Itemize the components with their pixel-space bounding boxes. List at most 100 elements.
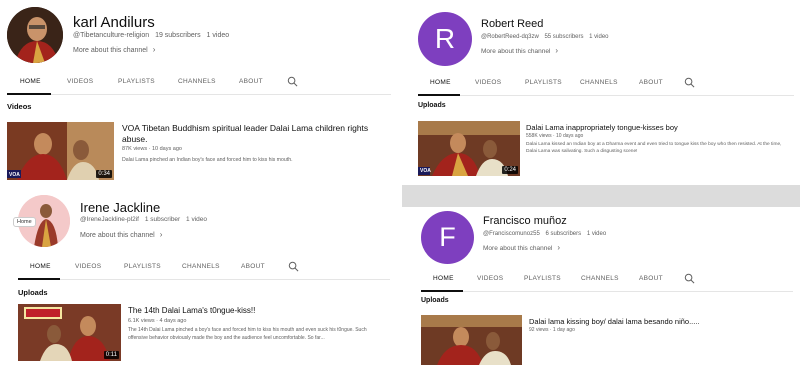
tab-playlists[interactable]: PLAYLISTS [524,275,561,282]
chevron-right-icon: › [159,230,163,239]
video-description: Dalai Lama kissed an Indian boy at a Dha… [526,142,782,154]
tab-about[interactable]: ABOUT [239,78,263,85]
channel-panel-irene: Home Irene Jackline @IreneJackline-pl2if… [0,188,398,369]
channel-meta: @RobertReed-dq3zw 55 subscribers 1 video [481,34,613,40]
tab-about[interactable]: ABOUT [241,263,265,270]
subscriber-count: 19 subscribers [155,32,201,39]
tab-home[interactable]: HOME [433,275,454,282]
tab-home[interactable]: HOME [30,263,51,270]
active-tab-underline [418,94,460,96]
video-thumbnail[interactable]: VOA 0:34 [7,122,114,180]
channel-meta: @Franciscomunoz55 6 subscribers 1 video [483,231,610,237]
channel-logo: VOA [9,172,20,178]
subscriber-count: 6 subscribers [545,231,582,237]
tab-home[interactable]: HOME [430,79,451,86]
more-about-link[interactable]: More about this channel › [73,45,155,54]
avatar-photo-icon [7,7,63,63]
tab-videos[interactable]: VIDEOS [477,275,503,282]
tab-videos[interactable]: VIDEOS [75,263,101,270]
chevron-right-icon: › [557,243,561,252]
active-tab-underline [421,290,463,292]
channel-meta: @IreneJackline-pl2if 1 subscriber 1 vide… [80,216,211,223]
tab-channels[interactable]: CHANNELS [580,79,618,86]
video-thumbnail[interactable]: 0:11 [18,304,121,361]
panel-divider [402,185,800,207]
view-count: 558K views [526,133,552,139]
channel-handle: @Franciscomunoz55 [483,231,540,237]
channel-avatar[interactable]: F [421,211,474,264]
tab-home[interactable]: HOME [20,78,41,85]
video-title[interactable]: Dalai Lama inappropriately tongue-kisses… [526,122,786,133]
home-badge: Home [13,217,36,227]
channel-name: Robert Reed [481,18,544,30]
section-title: Videos [7,102,32,111]
video-thumbnail[interactable] [421,315,522,365]
video-title[interactable]: Dalai lama kissing boy/ dalai lama besan… [529,316,779,327]
video-count: 1 video [186,216,207,223]
video-count: 1 video [586,231,607,237]
search-icon[interactable] [684,273,695,284]
video-duration: 0:24 [502,166,518,174]
section-title: Uploads [18,288,48,297]
chevron-right-icon: › [555,46,559,55]
video-thumbnail[interactable]: VOA 0:24 [418,121,520,176]
channel-panel-francisco: F Francisco muñoz @Franciscomunoz55 6 su… [402,207,800,369]
video-meta: 92 views · 1 day ago [529,327,575,333]
upload-age: 4 days ago [159,318,187,324]
video-title[interactable]: VOA Tibetan Buddhism spiritual leader Da… [122,123,372,145]
channel-avatar[interactable]: R [418,12,472,66]
tab-playlists[interactable]: PLAYLISTS [118,78,155,85]
channel-name: Francisco muñoz [483,215,567,227]
video-description: Dalai Lama pinched an Indian boy's face … [122,157,293,163]
more-about-label: More about this channel [481,48,551,55]
search-icon[interactable] [287,76,298,87]
more-about-link[interactable]: More about this channel › [481,46,558,55]
tab-channels[interactable]: CHANNELS [581,275,619,282]
video-meta: 87K views · 10 days ago [122,146,182,152]
active-tab-underline [7,93,51,95]
more-about-link[interactable]: More about this channel › [80,230,162,239]
search-icon[interactable] [288,261,299,272]
more-about-link[interactable]: More about this channel › [483,243,560,252]
channel-panel-robert: R Robert Reed @RobertReed-dq3zw 55 subsc… [402,0,800,185]
tab-playlists[interactable]: PLAYLISTS [525,79,562,86]
tab-channels[interactable]: CHANNELS [178,78,216,85]
upload-age: 1 day ago [552,327,575,333]
channel-handle: @IreneJackline-pl2if [80,216,139,223]
channel-handle: @Tibetanculture-religion [73,32,150,39]
tab-channels[interactable]: CHANNELS [182,263,220,270]
video-meta: 558K views · 10 days ago [526,133,584,139]
subscriber-count: 55 subscribers [544,34,584,40]
more-about-label: More about this channel [483,245,553,252]
section-title: Uploads [418,102,446,109]
chevron-right-icon: › [152,45,156,54]
video-count: 1 video [206,32,230,39]
video-title[interactable]: The 14th Dalai Lama's t0ngue-kiss!! [128,305,378,316]
channel-name: Irene Jackline [80,200,161,215]
view-count: 87K views [122,146,148,152]
channel-tabs: HOME VIDEOS PLAYLISTS CHANNELS ABOUT [7,73,391,95]
video-count: 1 video [589,34,609,40]
active-tab-underline [18,278,60,280]
section-title: Uploads [421,297,449,304]
avatar-letter: R [434,23,456,54]
upload-age: 10 days ago [151,146,182,152]
search-icon[interactable] [684,77,695,88]
tab-playlists[interactable]: PLAYLISTS [124,263,161,270]
thumbnail-image [421,315,522,365]
view-count: 92 views [529,327,549,333]
video-duration: 0:34 [96,170,112,178]
tab-videos[interactable]: VIDEOS [475,79,501,86]
tab-about[interactable]: ABOUT [639,79,663,86]
channel-name: karl Andilurs [73,14,155,31]
tab-about[interactable]: ABOUT [639,275,663,282]
channel-tabs: HOME VIDEOS PLAYLISTS CHANNELS ABOUT [418,74,794,96]
more-about-label: More about this channel [73,47,148,54]
tab-videos[interactable]: VIDEOS [67,78,93,85]
channel-avatar[interactable] [7,7,63,63]
video-meta: 6.1K views · 4 days ago [128,318,187,324]
video-description: The 14th Dalai Lama pinched a boy's face… [128,327,367,341]
channel-handle: @RobertReed-dq3zw [481,34,539,40]
channel-panel-karl: karl Andilurs @Tibetanculture-religion 1… [0,0,398,188]
more-about-label: More about this channel [80,232,155,239]
